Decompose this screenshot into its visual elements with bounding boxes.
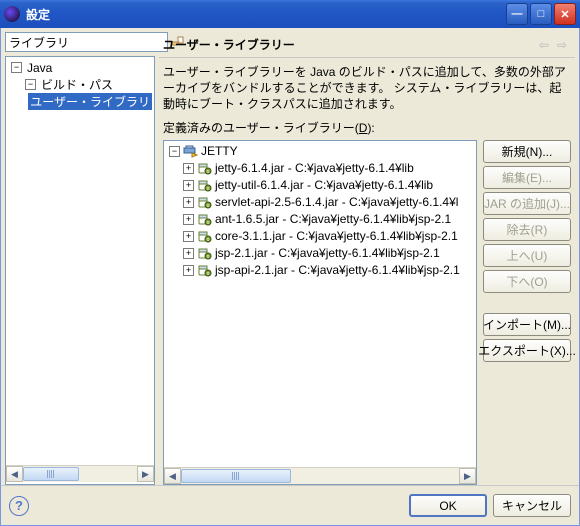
jar-item[interactable]: + o ant-1.6.5.jar - C:¥java¥jetty-6.1.4¥li… — [164, 211, 476, 228]
jar-label: jsp-2.1.jar - C:¥java¥jetty-6.1.4¥lib¥js… — [215, 246, 440, 260]
svg-text:o: o — [207, 186, 210, 192]
list-label: 定義済みのユーザー・ライブラリー(D): — [159, 119, 575, 140]
expand-icon[interactable]: + — [183, 231, 194, 242]
svg-text:o: o — [207, 271, 210, 277]
help-button[interactable]: ? — [9, 496, 29, 516]
nav-panel: − Java − ビルド・パス ユーザー・ライブラリ ◀ — [5, 32, 155, 485]
expand-icon[interactable]: + — [183, 197, 194, 208]
collapse-icon[interactable]: − — [169, 146, 180, 157]
history-back-button[interactable]: ⇦ — [535, 36, 553, 54]
import-button[interactable]: インポート(M)... — [483, 313, 571, 336]
jar-item[interactable]: + o core-3.1.1.jar - C:¥java¥jetty-6.1.4¥l… — [164, 228, 476, 245]
jar-label: ant-1.6.5.jar - C:¥java¥jetty-6.1.4¥lib¥… — [215, 212, 451, 226]
jar-label: jsp-api-2.1.jar - C:¥java¥jetty-6.1.4¥li… — [215, 263, 460, 277]
scroll-thumb[interactable] — [181, 469, 291, 483]
jar-icon: o — [197, 264, 212, 277]
ok-button[interactable]: OK — [409, 494, 487, 517]
maximize-button[interactable]: □ — [530, 3, 552, 25]
tree-item-java[interactable]: − Java — [6, 59, 154, 76]
svg-text:o: o — [207, 254, 210, 260]
jar-item[interactable]: + o jetty-util-6.1.4.jar - C:¥java¥jetty-6… — [164, 177, 476, 194]
svg-text:o: o — [207, 220, 210, 226]
edit-button[interactable]: 編集(E)... — [483, 166, 571, 189]
filter-input[interactable] — [5, 32, 168, 52]
titlebar: 設定 — □ ✕ — [0, 0, 580, 28]
side-button-column: 新規(N)... 編集(E)... JAR の追加(J)... 除去(R) 上へ… — [483, 140, 571, 485]
add-jar-button[interactable]: JAR の追加(J)... — [483, 192, 571, 215]
library-icon — [183, 145, 198, 158]
collapse-icon[interactable]: − — [25, 79, 36, 90]
remove-button[interactable]: 除去(R) — [483, 218, 571, 241]
preference-tree[interactable]: − Java − ビルド・パス ユーザー・ライブラリ ◀ — [5, 56, 155, 485]
svg-text:o: o — [207, 237, 210, 243]
cancel-button[interactable]: キャンセル — [493, 494, 571, 517]
minimize-button[interactable]: — — [506, 3, 528, 25]
library-root[interactable]: − JETTY — [164, 143, 476, 160]
jar-item[interactable]: + o servlet-api-2.5-6.1.4.jar - C:¥java¥je… — [164, 194, 476, 211]
jar-icon: o — [197, 162, 212, 175]
up-button[interactable]: 上へ(U) — [483, 244, 571, 267]
expand-icon[interactable]: + — [183, 265, 194, 276]
jar-label: jetty-6.1.4.jar - C:¥java¥jetty-6.1.4¥li… — [215, 161, 414, 175]
tree-item-buildpath[interactable]: − ビルド・パス — [6, 76, 154, 93]
jar-label: core-3.1.1.jar - C:¥java¥jetty-6.1.4¥lib… — [215, 229, 458, 243]
library-name: JETTY — [201, 144, 238, 158]
user-libraries-tree[interactable]: − JETTY + o jetty-6.1.4.jar - C:¥java¥jetty-… — [163, 140, 477, 485]
scroll-right-button[interactable]: ▶ — [459, 468, 476, 484]
tree-hscrollbar[interactable]: ◀ ▶ — [6, 465, 154, 482]
jar-icon: o — [197, 179, 212, 192]
jar-item[interactable]: + o jetty-6.1.4.jar - C:¥java¥jetty-6.1.4¥… — [164, 160, 476, 177]
jar-label: jetty-util-6.1.4.jar - C:¥java¥jetty-6.1… — [215, 178, 433, 192]
jar-item[interactable]: + o jsp-2.1.jar - C:¥java¥jetty-6.1.4¥lib¥… — [164, 245, 476, 262]
scroll-left-button[interactable]: ◀ — [6, 466, 23, 482]
jar-label: servlet-api-2.5-6.1.4.jar - C:¥java¥jett… — [215, 195, 458, 209]
scroll-thumb[interactable] — [23, 467, 79, 481]
window-title: 設定 — [26, 6, 506, 23]
expand-icon[interactable]: + — [183, 214, 194, 225]
collapse-icon[interactable]: − — [11, 62, 22, 73]
scroll-right-button[interactable]: ▶ — [137, 466, 154, 482]
svg-text:o: o — [207, 203, 210, 209]
expand-icon[interactable]: + — [183, 180, 194, 191]
lib-hscrollbar[interactable]: ◀ ▶ — [164, 467, 476, 484]
scroll-left-button[interactable]: ◀ — [164, 468, 181, 484]
expand-icon[interactable]: + — [183, 163, 194, 174]
page-description: ユーザー・ライブラリーを Java のビルド・パスに追加して、多数の外部アーカイ… — [159, 64, 575, 119]
jar-item[interactable]: + o jsp-api-2.1.jar - C:¥java¥jetty-6.1.4¥… — [164, 262, 476, 279]
page-title: ユーザー・ライブラリー — [163, 36, 535, 53]
history-forward-button[interactable]: ⇨ — [553, 36, 571, 54]
close-button[interactable]: ✕ — [554, 3, 576, 25]
export-button[interactable]: エクスポート(X)... — [483, 339, 571, 362]
svg-text:o: o — [207, 169, 210, 175]
eclipse-icon — [4, 6, 20, 22]
down-button[interactable]: 下へ(O) — [483, 270, 571, 293]
jar-icon: o — [197, 247, 212, 260]
tree-item-userlib[interactable]: ユーザー・ライブラリ — [6, 93, 154, 110]
new-button[interactable]: 新規(N)... — [483, 140, 571, 163]
jar-icon: o — [197, 196, 212, 209]
jar-icon: o — [197, 230, 212, 243]
jar-icon: o — [197, 213, 212, 226]
expand-icon[interactable]: + — [183, 248, 194, 259]
